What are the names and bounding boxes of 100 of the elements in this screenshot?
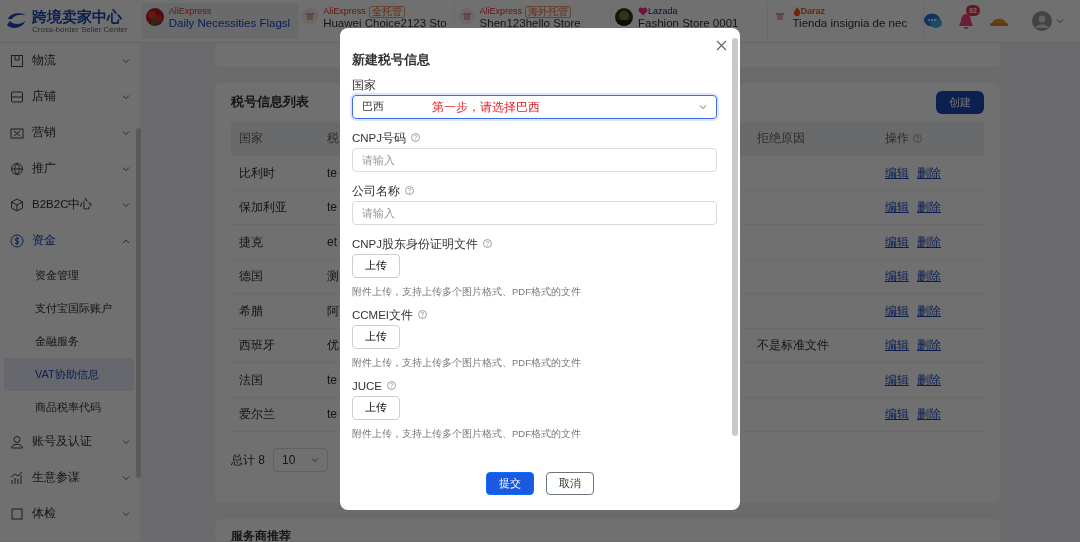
- action-link[interactable]: 删除: [917, 407, 941, 422]
- sidebar-item[interactable]: 物流: [0, 43, 140, 79]
- chevron-icon: [311, 457, 320, 463]
- store-name: Huawei Choice2123 Sto: [323, 17, 447, 30]
- chevron-icon: [1056, 18, 1064, 24]
- store-name: Tienda insignia de nec: [792, 17, 908, 30]
- hint-text: 附件上传，支持上传多个图片格式、PDF格式的文件: [352, 285, 582, 298]
- column-header: 操作: [885, 130, 909, 148]
- action-link[interactable]: 删除: [917, 338, 941, 353]
- chevron-icon: [122, 130, 130, 136]
- action-link[interactable]: 编辑: [885, 372, 909, 387]
- box-icon: [10, 54, 24, 68]
- field-label: JUCE: [352, 378, 383, 393]
- chevron-icon: [122, 202, 130, 208]
- table-cell: te: [327, 407, 337, 422]
- upload-button[interactable]: 上传: [352, 324, 400, 349]
- sidebar-item[interactable]: B2B2C中心: [0, 187, 140, 223]
- close-icon[interactable]: [716, 40, 727, 51]
- platform-name: Daraz: [800, 6, 825, 17]
- column-header: 拒绝原因: [757, 130, 805, 148]
- action-link[interactable]: 删除: [917, 200, 941, 215]
- chevron-icon: [122, 166, 130, 172]
- table-cell: te: [327, 165, 337, 180]
- action-link[interactable]: 删除: [917, 234, 941, 249]
- column-header: 税: [327, 130, 339, 148]
- chevron-icon: [699, 103, 707, 110]
- hosting-tag: 海外托管: [525, 5, 572, 18]
- upload-button[interactable]: 上传: [352, 253, 400, 278]
- page-size-select[interactable]: 10: [273, 448, 329, 472]
- sidebar-item[interactable]: 营销: [0, 115, 140, 151]
- scrollbar[interactable]: [732, 38, 738, 436]
- table-cell: et: [327, 234, 337, 249]
- submit-button[interactable]: 提交: [486, 472, 534, 495]
- chevron-icon: [122, 238, 130, 244]
- action-link[interactable]: 编辑: [885, 338, 909, 353]
- sidebar-subitem[interactable]: 金融服务: [4, 325, 134, 358]
- store-tab[interactable]: AliExpress Daily Necessities Flagsl: [141, 3, 299, 39]
- column-header: 国家: [239, 130, 263, 148]
- chevron-icon: [122, 511, 130, 517]
- platform-name: Lazada: [648, 6, 678, 17]
- store-tab[interactable]: Daraz Tienda insignia de nec: [767, 3, 924, 39]
- table-cell-text: 法国: [238, 371, 264, 389]
- action-link[interactable]: 删除: [917, 372, 941, 387]
- action-link[interactable]: 编辑: [885, 200, 909, 215]
- chat-icon: [924, 13, 942, 29]
- sidebar-item[interactable]: 资金: [0, 223, 140, 259]
- table-cell: 阿: [327, 303, 339, 318]
- platform-name: AliExpress: [168, 6, 212, 17]
- input-field[interactable]: 请输入: [352, 147, 717, 172]
- sidebar-item[interactable]: 体检: [0, 496, 140, 532]
- sidebar-item[interactable]: 推广: [0, 151, 140, 187]
- action-link[interactable]: 编辑: [885, 407, 909, 422]
- platform-name: AliExpress: [323, 6, 366, 17]
- sidebar-item[interactable]: 生意参谋: [0, 460, 140, 496]
- table-cell-text: 捷克: [238, 233, 264, 251]
- field-label: 公司名称: [352, 183, 400, 198]
- table-cell-text: 保加利亚: [238, 199, 288, 217]
- avatar-icon[interactable]: [1032, 11, 1052, 31]
- sidebar-subitem[interactable]: 资金管理: [4, 259, 134, 292]
- action-link[interactable]: 删除: [917, 165, 941, 180]
- flame-icon: [792, 6, 801, 17]
- sidebar-subitem[interactable]: VAT协助信息: [4, 358, 134, 391]
- action-link[interactable]: 编辑: [885, 234, 909, 249]
- field-label: CNPJ股东身份证明文件: [352, 236, 479, 251]
- total-count: 总计 8: [231, 452, 265, 469]
- dollar-icon: [10, 234, 24, 248]
- table-cell: 不是标准文件: [757, 338, 829, 353]
- table-cell-text: 西班牙: [238, 337, 276, 355]
- action-link[interactable]: 编辑: [885, 303, 909, 318]
- sidebar-subitem[interactable]: 商品税率代码: [4, 391, 134, 424]
- table-cell: te: [327, 372, 337, 387]
- field-label: 国家: [352, 77, 376, 92]
- action-link[interactable]: 编辑: [885, 269, 909, 284]
- hosting-tag: 全托管: [368, 5, 405, 18]
- country-select[interactable]: 巴西 第一步，请选择巴西: [352, 94, 717, 119]
- sidebar-subitem[interactable]: 支付宝国际账户: [4, 292, 134, 325]
- create-button[interactable]: 创建: [936, 91, 984, 114]
- table-cell: 测: [327, 269, 339, 284]
- sidebar-item[interactable]: 店铺: [0, 79, 140, 115]
- section-title: 税号信息列表: [231, 93, 309, 111]
- upload-button[interactable]: 上传: [352, 395, 400, 420]
- store-icon: [10, 90, 24, 104]
- action-link[interactable]: 编辑: [885, 165, 909, 180]
- bell-icon[interactable]: [958, 13, 974, 31]
- user-icon: [10, 435, 24, 449]
- action-link[interactable]: 删除: [917, 303, 941, 318]
- platform-name: AliExpress: [479, 6, 523, 17]
- action-link[interactable]: 删除: [917, 269, 941, 284]
- chevron-icon: [122, 475, 130, 481]
- annotation-text: 第一步，请选择巴西: [432, 98, 541, 116]
- chart-icon: [10, 471, 24, 485]
- sidebar-item[interactable]: 账号及认证: [0, 424, 140, 460]
- field-label: CCMEI文件: [352, 307, 414, 322]
- coupon-icon: [10, 126, 24, 140]
- chevron-icon: [122, 94, 130, 100]
- input-field[interactable]: 请输入: [352, 200, 717, 225]
- cancel-button[interactable]: 取消: [546, 472, 594, 495]
- table-cell-text: 比利时: [238, 164, 276, 182]
- store-icon: [458, 8, 475, 24]
- hint-text: 附件上传，支持上传多个图片格式、PDF格式的文件: [352, 427, 582, 440]
